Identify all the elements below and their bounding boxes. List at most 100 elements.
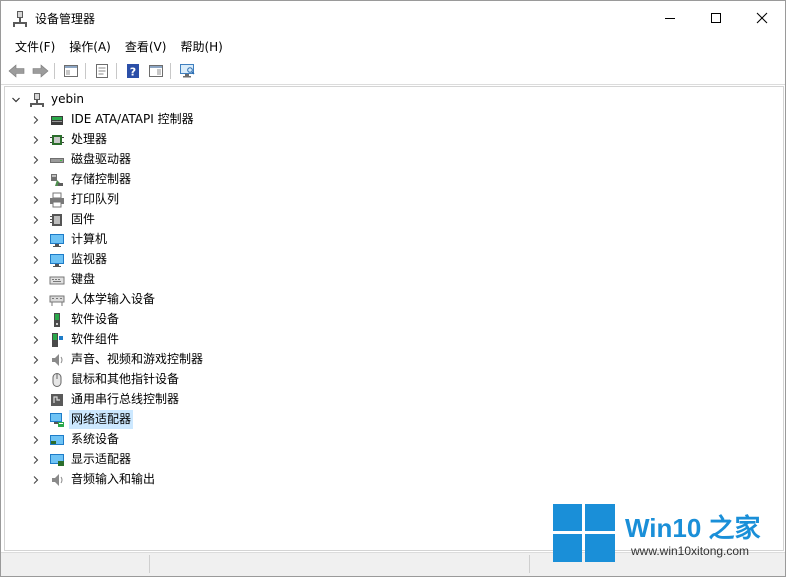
audio-io-icon <box>49 472 65 488</box>
maximize-icon <box>711 13 721 23</box>
tree-item[interactable]: 存储控制器 <box>31 170 133 189</box>
tree-item[interactable]: 网络适配器 <box>31 410 134 429</box>
watermark: Win10 之家 www.win10xitong.com <box>553 502 783 566</box>
menu-help[interactable]: 帮助(H) <box>172 36 228 58</box>
device-manager-app-icon <box>13 11 27 27</box>
chevron-down-icon[interactable] <box>11 95 21 105</box>
tree-item-label: 软件组件 <box>71 332 120 346</box>
tree-item-label: 人体学输入设备 <box>71 292 156 306</box>
tree-item[interactable]: 打印队列 <box>31 190 121 209</box>
status-segment <box>149 555 530 573</box>
tree-item-label: 通用串行总线控制器 <box>71 392 180 406</box>
tree-item[interactable]: 通用串行总线控制器 <box>31 390 181 409</box>
chevron-right-icon[interactable] <box>31 255 41 265</box>
scan-hardware-button[interactable] <box>177 61 197 81</box>
tree-item-label: 鼠标和其他指针设备 <box>71 372 180 386</box>
chevron-right-icon[interactable] <box>31 395 41 405</box>
chevron-right-icon[interactable] <box>31 335 41 345</box>
hid-icon <box>49 292 65 308</box>
tree-item-label: 打印队列 <box>71 192 120 206</box>
menu-action[interactable]: 操作(A) <box>61 36 117 58</box>
scan-hardware-icon <box>180 64 195 78</box>
tree-item[interactable]: 计算机 <box>31 230 109 249</box>
chevron-right-icon[interactable] <box>31 215 41 225</box>
tree-item[interactable]: 软件设备 <box>31 310 121 329</box>
tree-item-label: 网络适配器 <box>69 410 134 429</box>
toolbar-separator <box>116 63 117 79</box>
storage-controller-icon <box>49 172 65 188</box>
disk-drive-icon <box>49 152 65 168</box>
show-hide-tree-button[interactable] <box>61 61 81 81</box>
chevron-right-icon[interactable] <box>31 315 41 325</box>
window-title: 设备管理器 <box>35 12 96 26</box>
toolbar: ? <box>1 58 785 85</box>
chevron-right-icon[interactable] <box>31 175 41 185</box>
close-icon <box>756 12 768 24</box>
tree-item-label: 磁盘驱动器 <box>71 152 132 166</box>
tree-item[interactable]: IDE ATA/ATAPI 控制器 <box>31 110 196 129</box>
chevron-right-icon[interactable] <box>31 415 41 425</box>
tree-item-label: 键盘 <box>71 272 96 286</box>
tree-root-node[interactable]: yebin <box>11 90 86 109</box>
network-adapter-icon <box>49 412 65 428</box>
device-tree[interactable]: yebin IDE ATA/ATAPI 控制器 处理器磁盘驱动器存储控制器打印队列… <box>4 86 784 551</box>
properties-icon <box>96 64 108 78</box>
chevron-right-icon[interactable] <box>31 375 41 385</box>
action-pane-icon <box>149 65 163 77</box>
tree-item[interactable]: 监视器 <box>31 250 109 269</box>
maximize-button[interactable] <box>693 1 739 35</box>
processor-icon <box>49 132 65 148</box>
toolbar-separator <box>54 63 55 79</box>
tree-item[interactable]: 固件 <box>31 210 97 229</box>
chevron-right-icon[interactable] <box>31 135 41 145</box>
chevron-right-icon[interactable] <box>31 115 41 125</box>
device-manager-window: 设备管理器 文件(F) 操作(A) 查看(V) 帮助(H) ? yebin ID… <box>0 0 786 577</box>
mouse-icon <box>49 372 65 388</box>
keyboard-icon <box>49 272 65 288</box>
tree-item-label: 软件设备 <box>71 312 120 326</box>
chevron-right-icon[interactable] <box>31 295 41 305</box>
tree-item[interactable]: 显示适配器 <box>31 450 133 469</box>
tree-item[interactable]: 处理器 <box>31 130 109 149</box>
chevron-right-icon[interactable] <box>31 155 41 165</box>
tree-item-label: 音频输入和输出 <box>71 472 156 486</box>
chevron-right-icon[interactable] <box>31 275 41 285</box>
tree-root-label: yebin <box>51 92 85 106</box>
display-adapter-icon <box>49 452 65 468</box>
tree-item-label: 计算机 <box>71 232 108 246</box>
chevron-right-icon[interactable] <box>31 235 41 245</box>
properties-button[interactable] <box>92 61 112 81</box>
tree-item-label: 声音、视频和游戏控制器 <box>71 352 204 366</box>
tree-item[interactable]: 声音、视频和游戏控制器 <box>31 350 205 369</box>
action-pane-button[interactable] <box>146 61 166 81</box>
minimize-button[interactable] <box>647 1 693 35</box>
minimize-icon <box>665 18 675 19</box>
tree-item-label: 存储控制器 <box>71 172 132 186</box>
chevron-right-icon[interactable] <box>31 475 41 485</box>
toolbar-separator <box>85 63 86 79</box>
tree-item[interactable]: 人体学输入设备 <box>31 290 157 309</box>
tree-item-label: 系统设备 <box>71 432 120 446</box>
tree-item-label: 固件 <box>71 212 96 226</box>
tree-item[interactable]: 系统设备 <box>31 430 121 449</box>
forward-button[interactable] <box>30 61 50 81</box>
help-button[interactable]: ? <box>123 61 143 81</box>
system-device-icon <box>49 432 65 448</box>
chevron-right-icon[interactable] <box>31 195 41 205</box>
tree-item[interactable]: 键盘 <box>31 270 97 289</box>
help-icon: ? <box>127 64 139 79</box>
close-button[interactable] <box>739 1 785 35</box>
tree-item[interactable]: 软件组件 <box>31 330 121 349</box>
tree-item[interactable]: 音频输入和输出 <box>31 470 157 489</box>
chevron-right-icon[interactable] <box>31 355 41 365</box>
menu-file[interactable]: 文件(F) <box>1 36 61 58</box>
title-bar[interactable]: 设备管理器 <box>1 1 785 35</box>
watermark-title: Win10 之家 <box>625 513 761 543</box>
tree-item[interactable]: 鼠标和其他指针设备 <box>31 370 181 389</box>
usb-icon <box>49 392 65 408</box>
chevron-right-icon[interactable] <box>31 455 41 465</box>
back-button[interactable] <box>7 61 27 81</box>
menu-view[interactable]: 查看(V) <box>117 36 173 58</box>
chevron-right-icon[interactable] <box>31 435 41 445</box>
tree-item[interactable]: 磁盘驱动器 <box>31 150 133 169</box>
